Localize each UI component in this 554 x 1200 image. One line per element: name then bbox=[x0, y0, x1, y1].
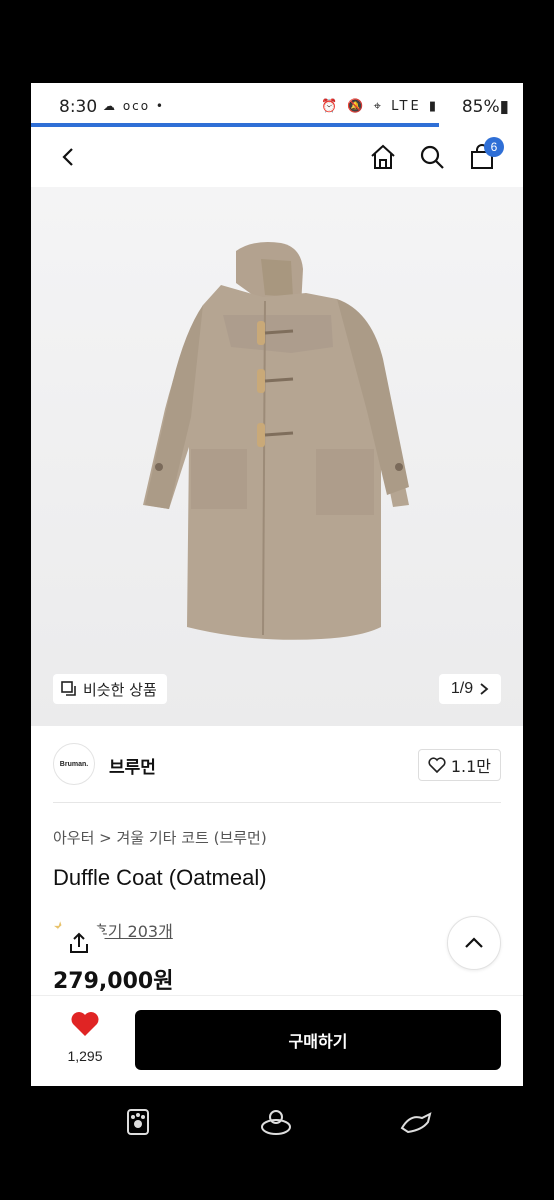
buy-button[interactable]: 구매하기 bbox=[135, 1010, 501, 1070]
product-image bbox=[143, 242, 409, 640]
chevron-right-icon bbox=[480, 683, 489, 695]
paw-card-icon bbox=[127, 1109, 149, 1135]
status-time: 8:30 bbox=[59, 97, 98, 117]
breadcrumb[interactable]: 아우터 > 겨울 기타 코트 (브루먼) bbox=[53, 827, 267, 848]
brand-like-button[interactable]: 1.1만 bbox=[417, 749, 501, 781]
nav-app-button-3[interactable] bbox=[398, 1104, 434, 1140]
home-icon bbox=[371, 144, 395, 169]
status-bar: 8:30 ☁ oco • ⏰ 🔕 ⌖ LTE ▮ 85%▮ bbox=[31, 83, 523, 127]
share-icon bbox=[70, 932, 88, 953]
running-pet-icon bbox=[400, 1112, 432, 1134]
share-button[interactable] bbox=[53, 919, 105, 967]
brand-row[interactable]: Bruman. 브루먼 1.1만 bbox=[31, 739, 523, 789]
top-header: 6 bbox=[31, 127, 523, 187]
cart-count-badge: 6 bbox=[484, 137, 504, 157]
system-icons: ⏰ 🔕 ⌖ LTE ▮ bbox=[321, 99, 439, 114]
nav-app-button-2[interactable] bbox=[258, 1104, 294, 1140]
battery-level: 85%▮ bbox=[461, 97, 509, 117]
copy-icon bbox=[61, 681, 76, 696]
chevron-up-icon bbox=[465, 937, 483, 948]
heart-filled-icon bbox=[71, 1012, 99, 1036]
system-nav-bar bbox=[0, 1086, 554, 1200]
product-price: 279,000원 bbox=[53, 969, 174, 994]
scroll-to-top-button[interactable] bbox=[447, 916, 501, 970]
image-counter-text: 1/9 bbox=[450, 680, 474, 697]
wishlist-count: 1,295 bbox=[67, 1048, 103, 1064]
notification-icons: ☁ oco • bbox=[103, 99, 165, 113]
brand-like-count: 1.1만 bbox=[450, 757, 491, 776]
purchase-bar: 1,295 구매하기 bbox=[31, 995, 523, 1086]
wishlist-button[interactable]: 1,295 bbox=[57, 1010, 113, 1064]
product-title: Duffle Coat (Oatmeal) bbox=[53, 865, 267, 890]
cart-button[interactable]: 6 bbox=[466, 137, 504, 173]
brand-name: 브루먼 bbox=[109, 758, 156, 778]
app-screen: 8:30 ☁ oco • ⏰ 🔕 ⌖ LTE ▮ 85%▮ 6 비슷한 상품 1… bbox=[31, 83, 523, 1086]
cat-icon bbox=[261, 1110, 291, 1135]
brand-logo: Bruman. bbox=[53, 743, 95, 785]
home-button[interactable] bbox=[367, 141, 399, 173]
search-icon bbox=[420, 145, 444, 169]
divider bbox=[53, 802, 501, 803]
search-button[interactable] bbox=[416, 141, 448, 173]
similar-products-button[interactable]: 비슷한 상품 bbox=[53, 674, 167, 704]
similar-products-label: 비슷한 상품 bbox=[83, 680, 157, 699]
review-link[interactable]: 후기 203개 bbox=[93, 918, 173, 942]
chevron-left-icon bbox=[62, 148, 73, 166]
heart-outline-icon bbox=[428, 757, 446, 773]
nav-app-button-1[interactable] bbox=[120, 1104, 156, 1140]
image-page-counter[interactable]: 1/9 bbox=[439, 674, 501, 704]
product-image-gallery[interactable]: 비슷한 상품 1/9 bbox=[31, 187, 523, 726]
back-button[interactable] bbox=[53, 141, 85, 173]
